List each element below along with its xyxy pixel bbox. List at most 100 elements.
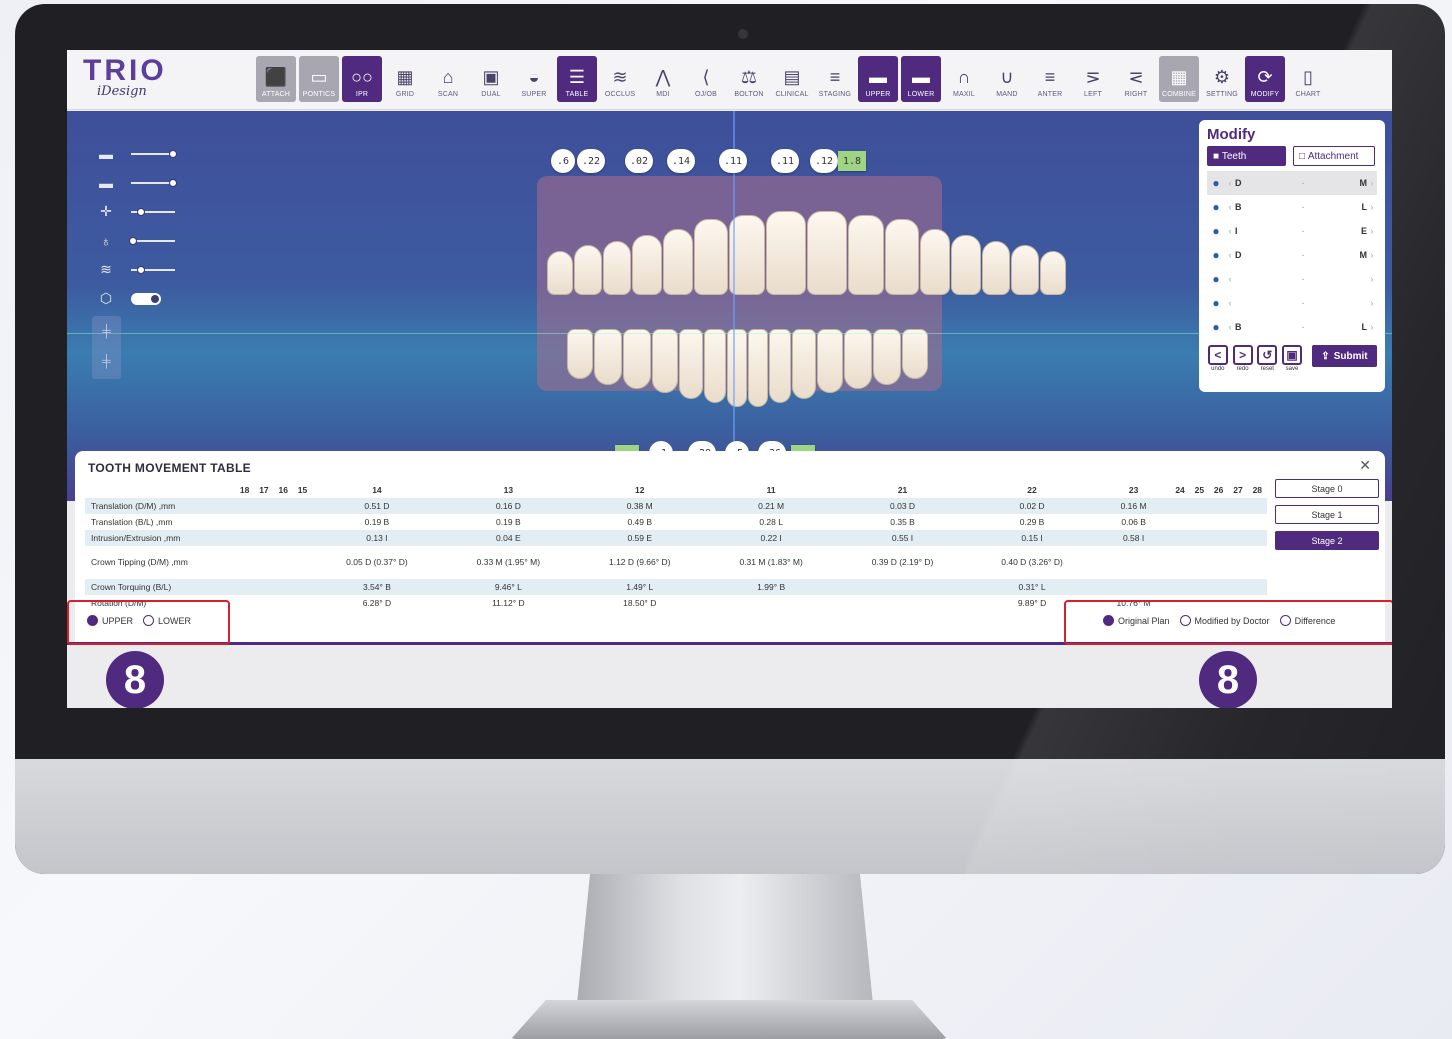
chevron-right-icon[interactable]: ›	[1367, 226, 1377, 236]
ipr-label[interactable]: .12	[810, 149, 839, 173]
tooth[interactable]	[792, 329, 816, 399]
ipr-label[interactable]: .6	[551, 149, 575, 173]
tab-teeth[interactable]: ■ Teeth	[1207, 146, 1286, 166]
tooth[interactable]	[748, 329, 768, 407]
submit-button[interactable]: ⇪ Submit	[1311, 345, 1378, 367]
tooth[interactable]	[1011, 245, 1039, 295]
modify-row[interactable]: ● ‹ - ›	[1207, 267, 1377, 291]
modify-row[interactable]: ● ‹ D - M ›	[1207, 243, 1377, 267]
toolbar-button-grid[interactable]: ▦ GRID	[385, 56, 425, 102]
view-side-icon[interactable]: ╪	[92, 346, 121, 376]
tooth[interactable]	[766, 211, 806, 295]
toolbar-button-modify[interactable]: ⟳ MODIFY	[1245, 56, 1285, 102]
tooth[interactable]	[951, 235, 981, 295]
tooth[interactable]	[727, 329, 747, 407]
toolbar-button-super[interactable]: ◒ SUPER	[514, 56, 554, 102]
toolbar-button-combine[interactable]: ▦ COMBINE	[1159, 56, 1199, 102]
chevron-left-icon[interactable]: ‹	[1225, 322, 1235, 332]
tooth[interactable]	[694, 219, 728, 295]
stage-button-2[interactable]: Stage 2	[1275, 531, 1379, 550]
tooth[interactable]	[679, 329, 703, 399]
tab-attachment[interactable]: □ Attachment	[1293, 146, 1375, 166]
chevron-left-icon[interactable]: ‹	[1225, 226, 1235, 236]
slider-row-attachment[interactable]: ♁	[93, 226, 193, 255]
toolbar-button-setting[interactable]: ⚙ SETTING	[1202, 56, 1242, 102]
toggle-row-cube[interactable]: ⬡	[93, 284, 193, 313]
toolbar-button-attach[interactable]: ⬛ ATTACH	[256, 56, 296, 102]
modify-row[interactable]: ● ‹ B - L ›	[1207, 195, 1377, 219]
tooth[interactable]	[632, 235, 662, 295]
toolbar-button-ipr[interactable]: ○○ IPR	[342, 56, 382, 102]
toolbar-button-chart[interactable]: ▯ CHART	[1288, 56, 1328, 102]
ipr-label[interactable]: .22	[577, 149, 606, 173]
tooth[interactable]	[574, 245, 602, 295]
undo-button[interactable]: < undo	[1207, 345, 1229, 372]
chevron-right-icon[interactable]: ›	[1367, 178, 1377, 188]
toolbar-button-pontics[interactable]: ▭ PONTICS	[299, 56, 339, 102]
toolbar-button-scan[interactable]: ⌂ SCAN	[428, 56, 468, 102]
close-icon[interactable]: ✕	[1359, 457, 1371, 474]
redo-button[interactable]: > redo	[1232, 345, 1254, 372]
toolbar-button-clinical[interactable]: ▤ CLINICAL	[772, 56, 812, 102]
toolbar-button-dual[interactable]: ▣ DUAL	[471, 56, 511, 102]
chevron-left-icon[interactable]: ‹	[1225, 178, 1235, 188]
ipr-label[interactable]: .02	[625, 149, 654, 173]
toolbar-button-staging[interactable]: ≡ STAGING	[815, 56, 855, 102]
tooth[interactable]	[982, 241, 1010, 295]
chevron-right-icon[interactable]: ›	[1367, 298, 1377, 308]
toolbar-button-maxil[interactable]: ∩ MAXIL	[944, 56, 984, 102]
upper-arch[interactable]	[547, 211, 1066, 295]
tooth[interactable]	[603, 241, 631, 295]
chevron-right-icon[interactable]: ›	[1367, 250, 1377, 260]
tooth[interactable]	[848, 215, 884, 295]
tooth[interactable]	[844, 329, 872, 389]
modify-row[interactable]: ● ‹ D - M ›	[1207, 171, 1377, 195]
tooth[interactable]	[623, 329, 651, 389]
chevron-right-icon[interactable]: ›	[1367, 322, 1377, 332]
cube-toggle[interactable]	[131, 292, 161, 305]
tooth[interactable]	[902, 329, 928, 379]
toolbar-button-lower[interactable]: ▬ LOWER	[901, 56, 941, 102]
tooth[interactable]	[547, 251, 573, 295]
tooth[interactable]	[652, 329, 678, 393]
slider-row-aligner[interactable]: ≋	[93, 255, 193, 284]
tooth[interactable]	[1040, 251, 1066, 295]
tooth[interactable]	[807, 211, 847, 295]
save-button[interactable]: ▣ save	[1281, 345, 1303, 372]
lower-arch[interactable]	[567, 329, 928, 407]
tooth[interactable]	[817, 329, 843, 393]
toolbar-button-oj-ob[interactable]: ⟨ OJ/OB	[686, 56, 726, 102]
toolbar-button-bolton[interactable]: ⚖ BOLTON	[729, 56, 769, 102]
toolbar-button-right[interactable]: ⋜ RIGHT	[1116, 56, 1156, 102]
toolbar-button-left[interactable]: ⋝ LEFT	[1073, 56, 1113, 102]
stage-button-1[interactable]: Stage 1	[1275, 505, 1379, 524]
chevron-left-icon[interactable]: ‹	[1225, 274, 1235, 284]
modify-row[interactable]: ● ‹ B - L ›	[1207, 315, 1377, 339]
toolbar-button-mand[interactable]: ∪ MAND	[987, 56, 1027, 102]
toolbar-button-anter[interactable]: ≡ ANTER	[1030, 56, 1070, 102]
modify-row[interactable]: ● ‹ I - E ›	[1207, 219, 1377, 243]
stage-button-0[interactable]: Stage 0	[1275, 479, 1379, 498]
tooth[interactable]	[594, 329, 622, 385]
toolbar-button-upper[interactable]: ▬ UPPER	[858, 56, 898, 102]
toolbar-button-mdi[interactable]: ⋀ MDI	[643, 56, 683, 102]
chevron-left-icon[interactable]: ‹	[1225, 250, 1235, 260]
tooth[interactable]	[920, 229, 950, 295]
ipr-label[interactable]: .14	[667, 149, 696, 173]
toolbar-button-occlus[interactable]: ≋ OCCLUS	[600, 56, 640, 102]
chevron-left-icon[interactable]: ‹	[1225, 202, 1235, 212]
chevron-right-icon[interactable]: ›	[1367, 274, 1377, 284]
3d-viewport[interactable]: .6.22.02.14.11.11.121.8.1.28.5.36.1.1 ▬ …	[67, 111, 1392, 501]
tooth[interactable]	[663, 229, 693, 295]
tooth[interactable]	[885, 219, 919, 295]
tooth[interactable]	[567, 329, 593, 379]
chevron-left-icon[interactable]: ‹	[1225, 298, 1235, 308]
ipr-label[interactable]: .11	[719, 149, 748, 173]
tooth[interactable]	[704, 329, 726, 403]
reset-button[interactable]: ↺ reset	[1256, 345, 1278, 372]
ipr-label[interactable]: 1.8	[838, 151, 867, 171]
toolbar-button-table[interactable]: ☰ TABLE	[557, 56, 597, 102]
slider-row-lower[interactable]: ▬	[93, 168, 193, 197]
tooth[interactable]	[873, 329, 901, 385]
slider-row-upper[interactable]: ▬	[93, 139, 193, 168]
